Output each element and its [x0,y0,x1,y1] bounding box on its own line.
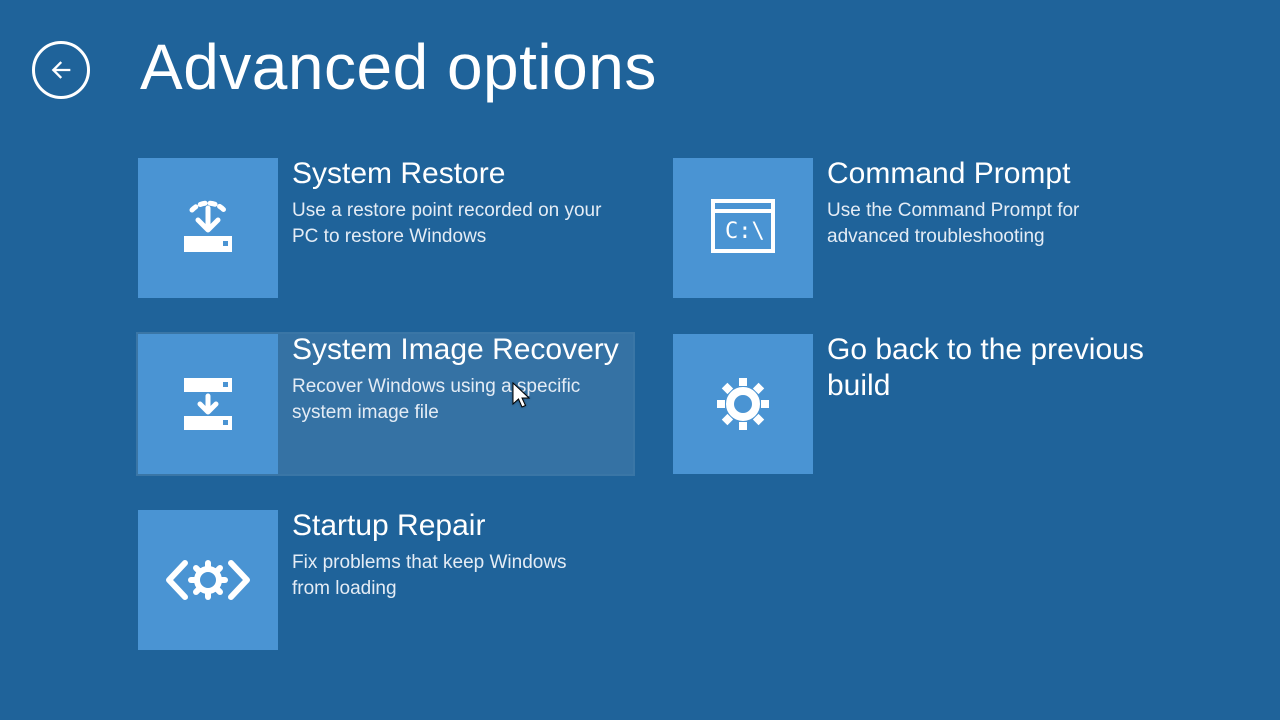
tile-text: Command Prompt Use the Command Prompt fo… [813,158,1168,249]
tile-startup-repair[interactable]: Startup Repair Fix problems that keep Wi… [138,510,633,650]
tile-command-prompt[interactable]: C:\ Command Prompt Use the Command Promp… [673,158,1168,298]
gear-icon [673,334,813,474]
tile-system-image-recovery[interactable]: System Image Recovery Recover Windows us… [138,334,633,474]
startup-repair-icon [138,510,278,650]
system-restore-icon [138,158,278,298]
tile-go-back-previous-build[interactable]: Go back to the previous build [673,334,1168,474]
command-prompt-icon: C:\ [673,158,813,298]
tile-title: Go back to the previous build [827,332,1168,404]
page-title: Advanced options [140,30,657,104]
back-button[interactable] [32,41,90,99]
options-grid: System Restore Use a restore point recor… [138,158,1168,650]
system-image-recovery-icon [138,334,278,474]
tile-text: System Restore Use a restore point recor… [278,158,633,249]
tile-text: Startup Repair Fix problems that keep Wi… [278,510,633,601]
svg-text:C:\: C:\ [725,219,765,244]
tile-system-restore[interactable]: System Restore Use a restore point recor… [138,158,633,298]
tile-title: Command Prompt [827,156,1168,192]
tile-desc: Fix problems that keep Windows from load… [292,550,602,601]
tile-title: System Image Recovery [292,332,633,368]
tile-title: System Restore [292,156,633,192]
page-header: Advanced options [32,30,657,104]
tile-text: Go back to the previous build [813,334,1168,410]
tile-desc: Use the Command Prompt for advanced trou… [827,198,1137,249]
tile-desc: Recover Windows using a specific system … [292,374,602,425]
tile-title: Startup Repair [292,508,633,544]
tile-desc: Use a restore point recorded on your PC … [292,198,602,249]
tile-text: System Image Recovery Recover Windows us… [278,334,633,425]
arrow-left-icon [47,56,75,84]
